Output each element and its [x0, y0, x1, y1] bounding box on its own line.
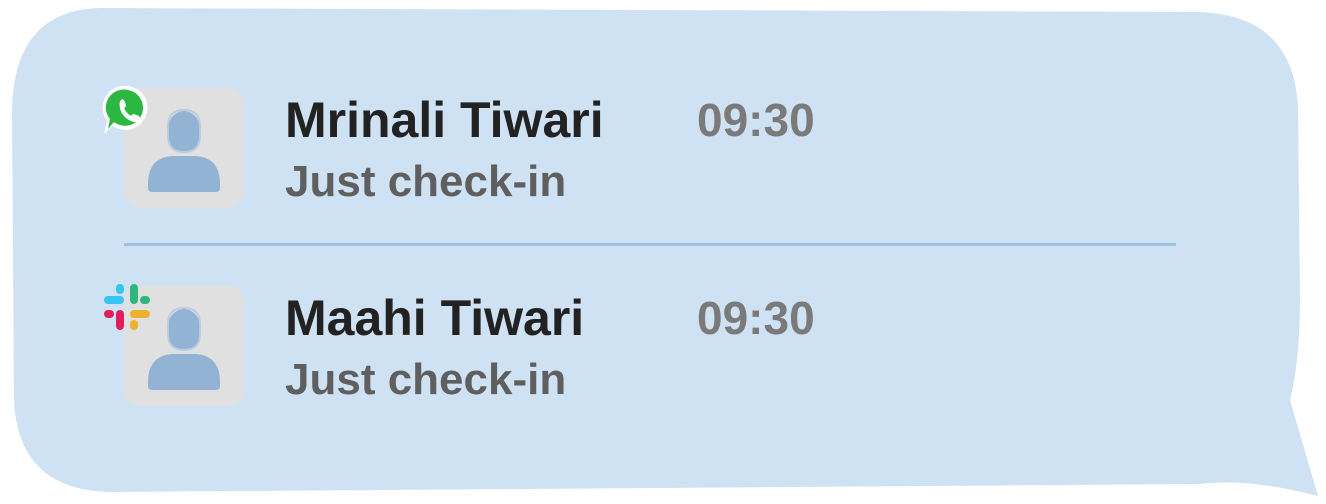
sender-name: Mrinali Tiwari	[285, 92, 604, 148]
message-preview: Just check-in	[285, 157, 567, 206]
slack-icon	[100, 280, 156, 336]
message-time: 09:30	[697, 94, 815, 146]
divider	[124, 243, 1176, 246]
notification-bubble: Mrinali Tiwari 09:30 Just check-in Maahi…	[0, 0, 1326, 504]
message-preview: Just check-in	[285, 355, 567, 404]
notification-item[interactable]: Mrinali Tiwari 09:30 Just check-in	[100, 82, 1180, 212]
speech-bubble-background	[12, 8, 1318, 496]
notification-item[interactable]: Maahi Tiwari 09:30 Just check-in	[100, 280, 1180, 410]
whatsapp-icon	[100, 82, 156, 138]
message-time: 09:30	[697, 292, 815, 344]
sender-name: Maahi Tiwari	[285, 290, 585, 346]
